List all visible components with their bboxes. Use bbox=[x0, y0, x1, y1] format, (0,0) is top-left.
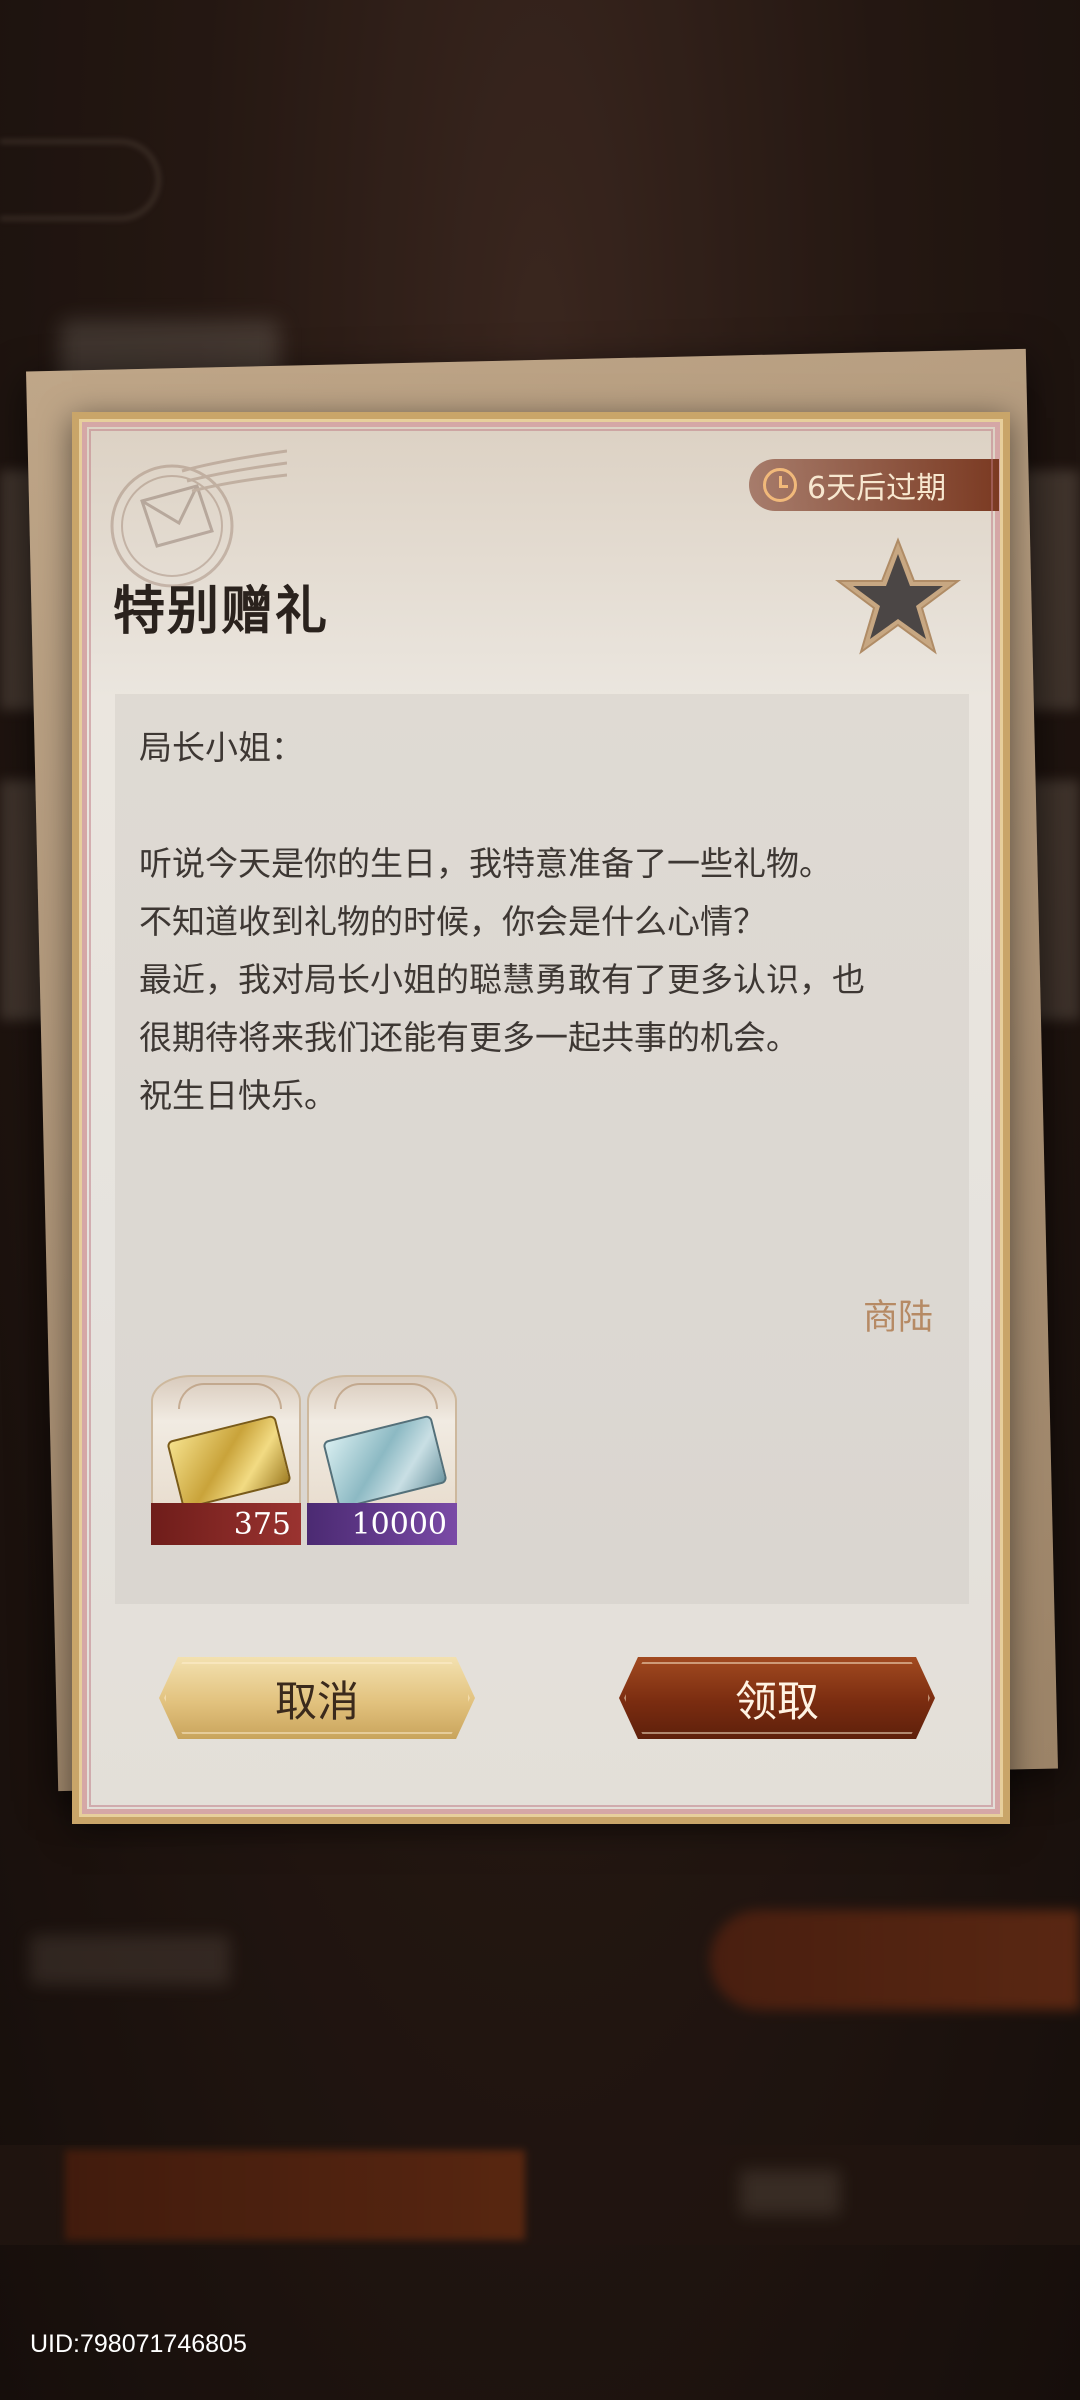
reward-quantity: 375 bbox=[233, 1506, 291, 1542]
letter-line: 最近，我对局长小姐的聪慧勇敢有了更多认识，也 bbox=[139, 960, 865, 999]
reward-item[interactable]: 375 bbox=[151, 1375, 301, 1545]
letter-card: 6天后过期 特别赠礼 局长小姐： 听说今天是你的生日，我特意准备了一些礼物。 不… bbox=[72, 412, 1010, 1824]
letter-blank-line bbox=[139, 777, 939, 835]
reward-quantity: 10000 bbox=[351, 1506, 447, 1542]
reward-item[interactable]: 10000 bbox=[307, 1375, 457, 1545]
reward-quantity-bar: 10000 bbox=[307, 1503, 457, 1545]
cancel-button[interactable]: 取消 bbox=[159, 1657, 475, 1739]
favorite-star-icon[interactable] bbox=[833, 534, 963, 659]
expiration-badge: 6天后过期 bbox=[749, 459, 999, 511]
button-frame bbox=[164, 1662, 470, 1734]
gold-ticket-icon bbox=[166, 1414, 292, 1510]
letter-line: 听说今天是你的生日，我特意准备了一些礼物。 bbox=[139, 844, 832, 883]
banknote-icon bbox=[322, 1414, 448, 1510]
clock-icon bbox=[763, 468, 797, 502]
expiration-text: 6天后过期 bbox=[807, 471, 947, 506]
letter-title: 特别赠礼 bbox=[113, 581, 330, 642]
user-id-label: UID:798071746805 bbox=[30, 2330, 247, 2358]
reward-quantity-bar: 375 bbox=[151, 1503, 301, 1545]
letter-signature: 商陆 bbox=[862, 1298, 933, 1338]
button-frame bbox=[624, 1662, 930, 1734]
letter-line: 祝生日快乐。 bbox=[139, 1076, 337, 1115]
reward-item-frame bbox=[151, 1375, 301, 1510]
letter-line: 很期待将来我们还能有更多一起共事的机会。 bbox=[139, 1018, 799, 1057]
claim-button[interactable]: 领取 bbox=[619, 1657, 935, 1739]
reward-item-frame bbox=[307, 1375, 457, 1510]
mail-screen: 6天后过期 特别赠礼 局长小姐： 听说今天是你的生日，我特意准备了一些礼物。 不… bbox=[0, 0, 1080, 2400]
letter-content: 局长小姐： 听说今天是你的生日，我特意准备了一些礼物。 不知道收到礼物的时候，你… bbox=[139, 719, 939, 1125]
letter-greeting: 局长小姐： bbox=[139, 728, 304, 767]
letter-line: 不知道收到礼物的时候，你会是什么心情？ bbox=[139, 902, 766, 941]
